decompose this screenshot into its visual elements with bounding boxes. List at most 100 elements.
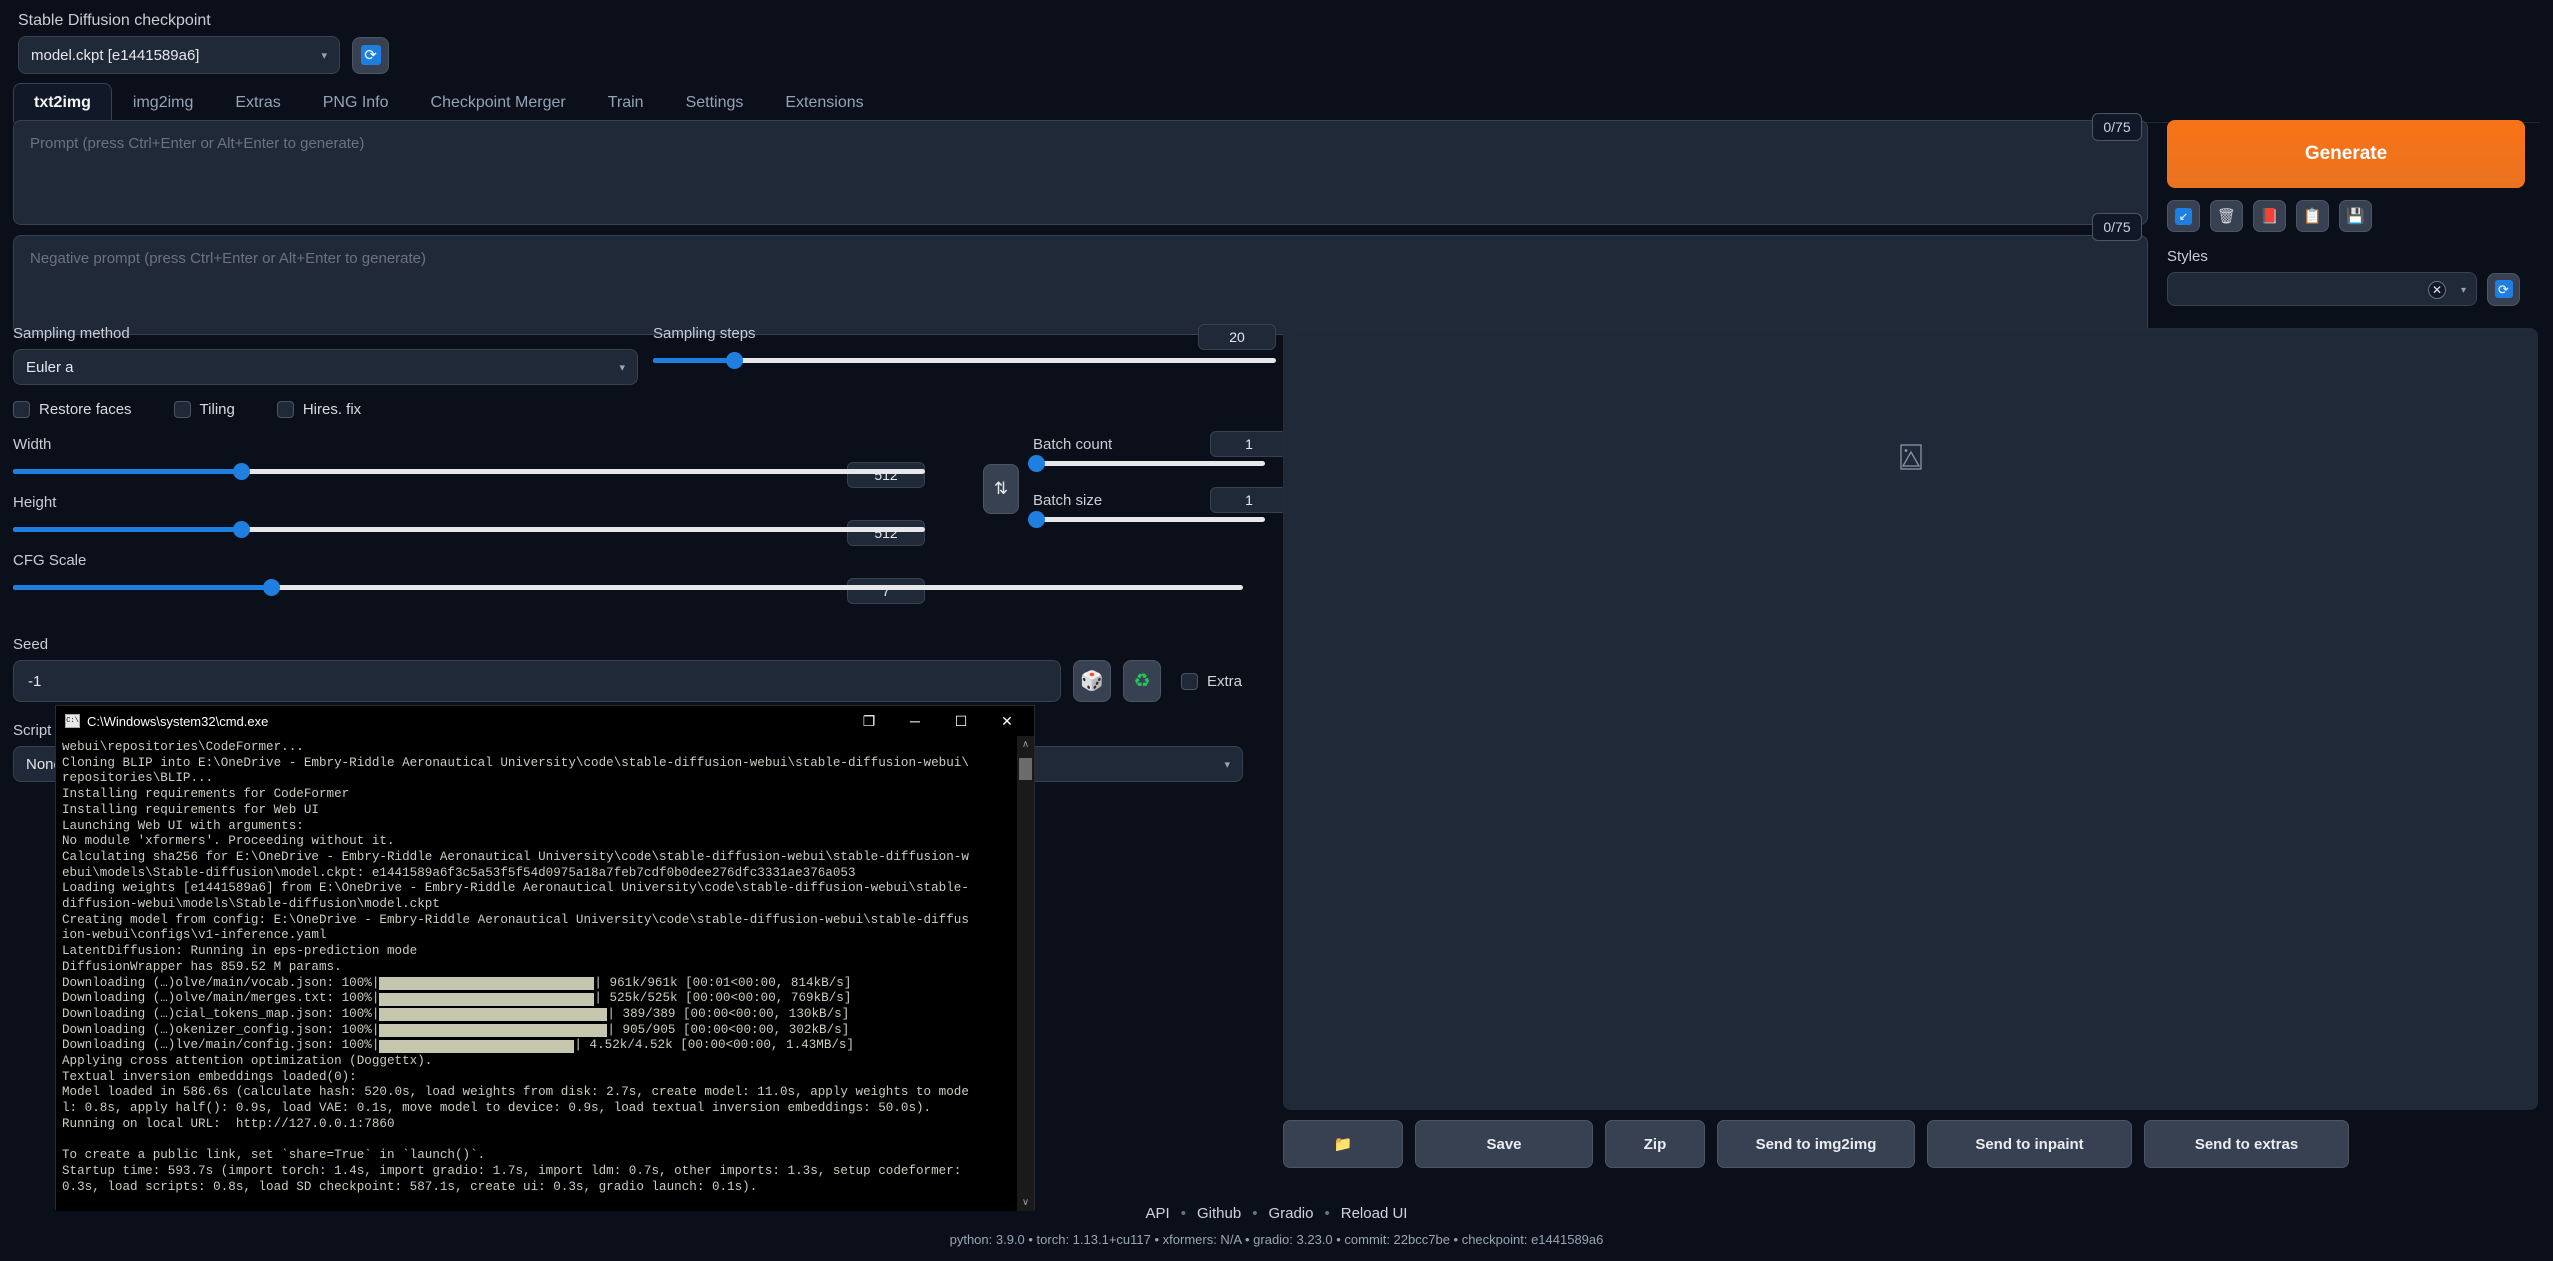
slider-knob[interactable] bbox=[725, 352, 743, 369]
batch-count-slider[interactable] bbox=[1028, 455, 1265, 472]
swap-arrows-icon: ⇅ bbox=[993, 479, 1009, 498]
sampling-method-value: Euler a bbox=[26, 358, 74, 376]
refresh-styles-button[interactable]: ⟳ bbox=[2487, 272, 2520, 306]
batch-size-value[interactable]: 1 bbox=[1210, 487, 1288, 513]
sampling-steps-slider[interactable] bbox=[653, 352, 1276, 369]
console-line: No module 'xformers'. Proceeding without… bbox=[62, 834, 395, 849]
tab-png-info[interactable]: PNG Info bbox=[302, 83, 410, 122]
show-extra-networks-button[interactable]: 📕 bbox=[2253, 200, 2286, 232]
console-line: Textual inversion embeddings loaded(0): bbox=[62, 1069, 357, 1084]
checkbox-box[interactable] bbox=[276, 401, 294, 418]
tab-extensions[interactable]: Extensions bbox=[764, 83, 884, 122]
checkbox-box[interactable] bbox=[1181, 672, 1198, 690]
tiling-checkbox[interactable]: Tiling bbox=[173, 401, 235, 418]
restore-faces-checkbox[interactable]: Restore faces bbox=[13, 401, 132, 418]
version-info: python: 3.9.0 • torch: 1.13.1+cu117 • xf… bbox=[949, 1232, 1604, 1247]
negative-prompt-input[interactable]: Negative prompt (press Ctrl+Enter or Alt… bbox=[13, 235, 2148, 335]
seed-input[interactable]: -1 bbox=[13, 660, 1061, 702]
save-style-button[interactable]: 💾 bbox=[2339, 200, 2372, 232]
image-output-panel[interactable] bbox=[1283, 328, 2538, 1110]
extra-seed-checkbox[interactable]: Extra bbox=[1181, 672, 1242, 690]
send-to-extras-button[interactable]: Send to extras bbox=[2144, 1120, 2349, 1168]
batch-count-value[interactable]: 1 bbox=[1210, 431, 1288, 457]
github-link[interactable]: Github bbox=[1197, 1205, 1241, 1222]
restore-down-icon[interactable]: ❐ bbox=[846, 706, 892, 736]
styles-select[interactable]: ✕ ▾ bbox=[2167, 272, 2477, 306]
tab-extras[interactable]: Extras bbox=[214, 83, 301, 122]
minimize-icon[interactable]: ─ bbox=[892, 706, 938, 736]
restore-progress-button[interactable]: ↙ bbox=[2167, 200, 2200, 232]
slider-knob[interactable] bbox=[263, 579, 281, 596]
api-link[interactable]: API bbox=[1146, 1205, 1170, 1222]
slider-knob[interactable] bbox=[233, 463, 250, 480]
folder-icon: 📁 bbox=[1333, 1136, 1353, 1153]
apply-style-button[interactable]: 📋 bbox=[2296, 200, 2329, 232]
prompt-tools-row: ↙ 🗑 📕 📋 💾 bbox=[2167, 200, 2539, 232]
scroll-down-icon[interactable]: ∨ bbox=[1017, 1194, 1034, 1211]
styles-label: Styles bbox=[2167, 248, 2208, 265]
save-button[interactable]: Save bbox=[1415, 1120, 1593, 1168]
tab-checkpoint-merger[interactable]: Checkpoint Merger bbox=[410, 83, 587, 122]
tab-txt2img[interactable]: txt2img bbox=[13, 83, 112, 122]
gradio-link[interactable]: Gradio bbox=[1268, 1205, 1313, 1222]
clear-prompt-button[interactable]: 🗑 bbox=[2210, 200, 2243, 232]
slider-knob[interactable] bbox=[1028, 511, 1045, 528]
prompt-input[interactable]: Prompt (press Ctrl+Enter or Alt+Enter to… bbox=[13, 120, 2148, 225]
cmd-window[interactable]: C:\ C:\Windows\system32\cmd.exe ❐ ─ ☐ ✕ … bbox=[55, 705, 1035, 1211]
generate-button[interactable]: Generate bbox=[2167, 120, 2525, 188]
progress-bar bbox=[379, 1039, 575, 1053]
random-seed-button[interactable]: 🎲 bbox=[1073, 660, 1111, 702]
send-to-img2img-button[interactable]: Send to img2img bbox=[1717, 1120, 1915, 1168]
width-value[interactable]: 512 bbox=[847, 462, 925, 488]
sampling-method-select[interactable]: Euler a ▾ bbox=[13, 349, 638, 385]
prompt-column: Prompt (press Ctrl+Enter or Alt+Enter to… bbox=[13, 120, 2153, 345]
width-slider[interactable] bbox=[13, 463, 925, 480]
close-icon[interactable]: ✕ bbox=[984, 706, 1030, 736]
console-line: Loading weights [e1441589a6] from E:\One… bbox=[62, 881, 969, 896]
close-icon[interactable]: ✕ bbox=[2428, 281, 2446, 299]
generate-column: Generate ↙ 🗑 📕 📋 💾 Styles ✕ ▾ ⟳ bbox=[2167, 120, 2539, 306]
tab-train[interactable]: Train bbox=[587, 83, 665, 122]
cfg-scale-value[interactable]: 7 bbox=[847, 578, 925, 604]
console-progress-line: Downloading (…)olve/main/merges.txt: 100… bbox=[62, 991, 852, 1006]
refresh-checkpoint-button[interactable]: ⟳ bbox=[352, 36, 389, 74]
zip-button[interactable]: Zip bbox=[1605, 1120, 1705, 1168]
reload-ui-link[interactable]: Reload UI bbox=[1341, 1205, 1408, 1222]
reuse-seed-button[interactable]: ♻ bbox=[1123, 660, 1161, 702]
cmd-title-bar[interactable]: C:\ C:\Windows\system32\cmd.exe ❐ ─ ☐ ✕ bbox=[56, 706, 1034, 736]
console-progress-line: Downloading (…)cial_tokens_map.json: 100… bbox=[62, 1006, 850, 1022]
slider-knob[interactable] bbox=[1028, 455, 1045, 472]
console-progress-line: Downloading (…)olve/main/vocab.json: 100… bbox=[62, 975, 852, 990]
console-line: Cloning BLIP into E:\OneDrive - Embry-Ri… bbox=[62, 755, 969, 770]
height-value[interactable]: 512 bbox=[847, 520, 925, 546]
slider-knob[interactable] bbox=[233, 521, 250, 538]
console-scrollbar[interactable]: ∧ ∨ bbox=[1017, 736, 1034, 1211]
seed-label: Seed bbox=[13, 636, 49, 653]
scrollbar-thumb[interactable] bbox=[1019, 758, 1032, 780]
height-slider[interactable] bbox=[13, 521, 925, 538]
refresh-icon: ⟳ bbox=[360, 45, 381, 65]
swap-dimensions-button[interactable]: ⇅ bbox=[983, 464, 1019, 514]
progress-bar bbox=[379, 976, 595, 990]
batch-size-slider[interactable] bbox=[1028, 511, 1265, 528]
scroll-up-icon[interactable]: ∧ bbox=[1017, 736, 1034, 753]
checkbox-box[interactable] bbox=[173, 401, 191, 418]
checkbox-box[interactable] bbox=[13, 401, 30, 418]
cfg-scale-slider[interactable] bbox=[13, 579, 1243, 596]
maximize-icon[interactable]: ☐ bbox=[938, 706, 984, 736]
hires-fix-checkbox[interactable]: Hires. fix bbox=[276, 401, 361, 418]
open-folder-button[interactable]: 📁 bbox=[1283, 1120, 1403, 1168]
negative-prompt-token-counter: 0/75 bbox=[2092, 213, 2142, 241]
sampling-steps-value[interactable]: 20 bbox=[1198, 324, 1276, 350]
sampling-steps-label: Sampling steps bbox=[653, 325, 756, 342]
restore-faces-label: Restore faces bbox=[39, 401, 132, 418]
progress-bar bbox=[379, 992, 595, 1006]
tab-settings[interactable]: Settings bbox=[665, 83, 765, 122]
console-output: webui\repositories\CodeFormer... Cloning … bbox=[56, 736, 1034, 1199]
send-to-inpaint-button[interactable]: Send to inpaint bbox=[1927, 1120, 2132, 1168]
tab-img2img[interactable]: img2img bbox=[112, 83, 214, 122]
cmd-body[interactable]: webui\repositories\CodeFormer... Cloning … bbox=[56, 736, 1034, 1211]
checkpoint-select[interactable]: model.ckpt [e1441589a6] ▾ bbox=[18, 36, 340, 74]
chevron-down-icon: ▾ bbox=[1224, 758, 1230, 771]
